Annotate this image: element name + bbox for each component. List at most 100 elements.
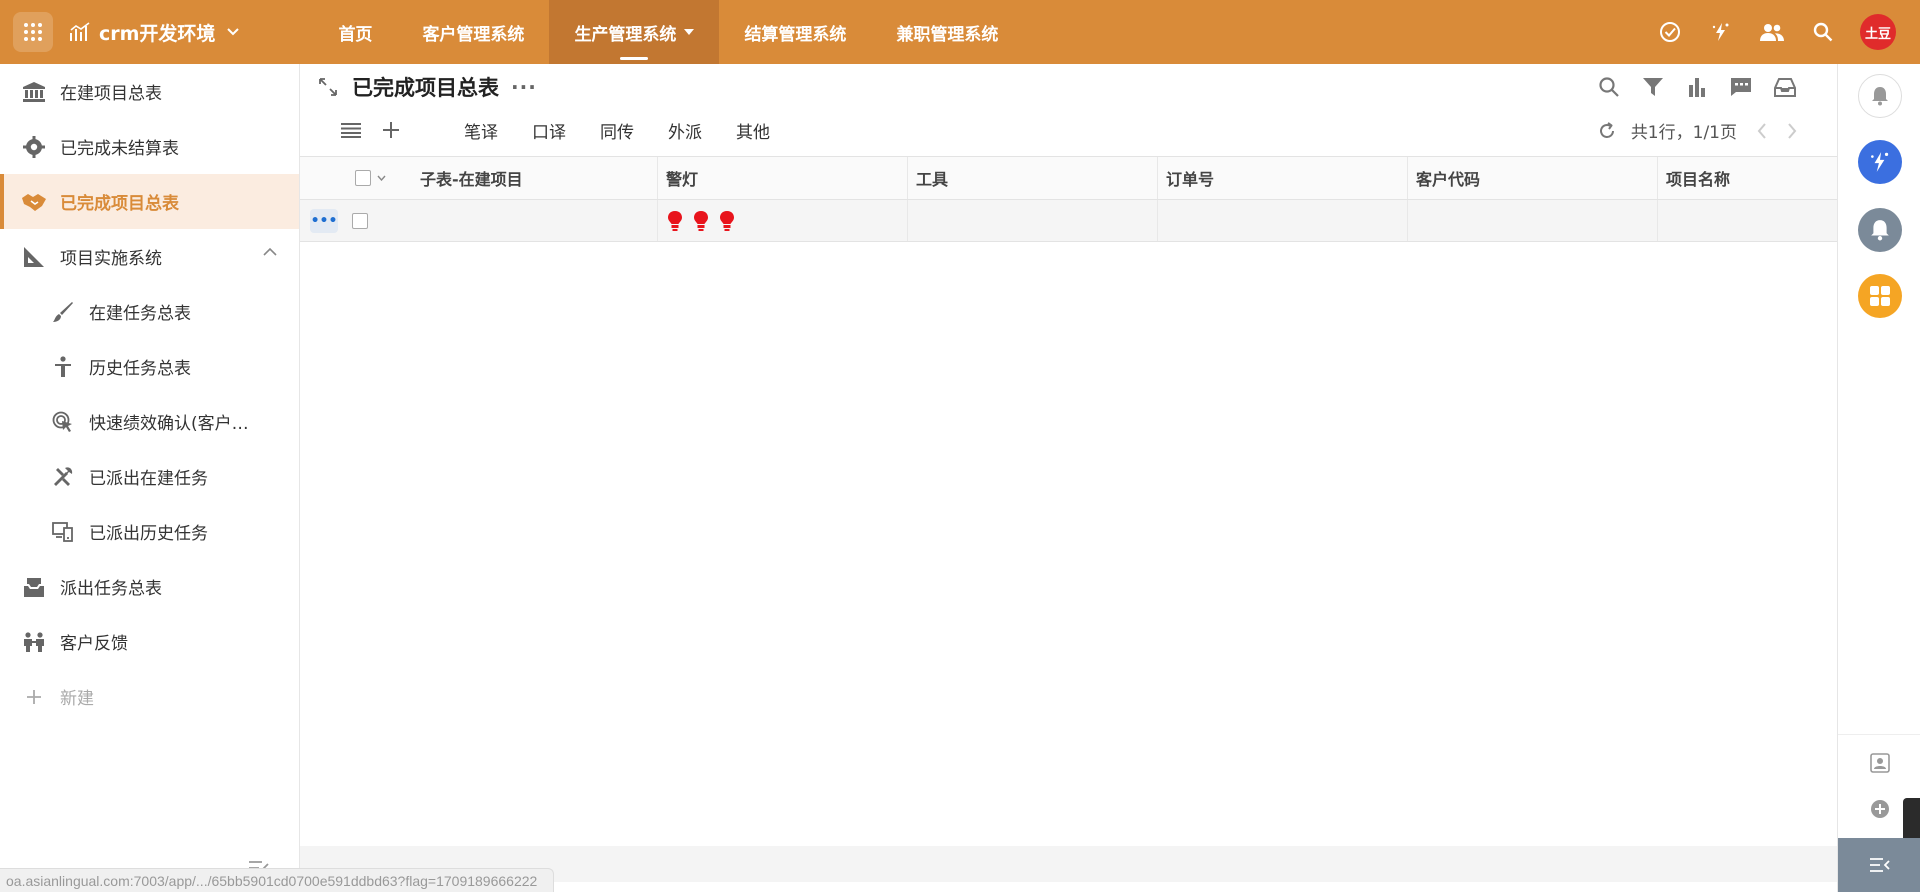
sidebar-item-label: 派出任务总表 (60, 579, 162, 599)
contacts-button[interactable] (1759, 19, 1785, 45)
page-title: 已完成项目总表 (352, 76, 499, 100)
next-page-icon[interactable] (1787, 122, 1797, 139)
cell-sub-table[interactable] (412, 200, 658, 241)
grid-tiles-icon (1870, 286, 1890, 306)
tab-dispatch[interactable]: 外派 (668, 118, 702, 143)
cell-tool[interactable] (908, 200, 1158, 241)
cell-project-name[interactable] (1658, 200, 1837, 241)
column-header[interactable]: 子表-在建项目 (412, 157, 658, 199)
sidebar-item-completed-unsettled[interactable]: 已完成未结算表 (0, 119, 299, 174)
tab-written-translation[interactable]: 笔译 (464, 118, 498, 143)
bank-icon (22, 80, 46, 104)
nav-home[interactable]: 首页 (313, 0, 397, 64)
contact-card-button[interactable] (1869, 752, 1891, 774)
search-icon (1599, 77, 1619, 97)
people-icon (22, 630, 46, 654)
tab-other[interactable]: 其他 (736, 118, 770, 143)
sidebar-item-tasks-in-progress[interactable]: 在建任务总表 (0, 284, 299, 339)
column-header[interactable]: 客户代码 (1408, 157, 1658, 199)
nav-customer-management-label: 客户管理系统 (422, 24, 525, 45)
row-checkbox[interactable] (352, 212, 368, 229)
sidebar-item-label: 快速绩效确认(客户… (89, 414, 249, 434)
nav-settlement-management[interactable]: 结算管理系统 (719, 0, 871, 64)
nav-production-management-label: 生产管理系统 (574, 24, 677, 45)
collapse-rail-button[interactable] (1838, 838, 1920, 892)
expand-icon[interactable] (318, 77, 338, 97)
page-more-button[interactable]: ··· (511, 75, 537, 99)
sidebar-item-label: 在建任务总表 (89, 304, 191, 324)
tab-interpretation[interactable]: 口译 (532, 118, 566, 143)
bar-chart-icon (1689, 78, 1705, 97)
prev-page-icon[interactable] (1757, 122, 1767, 139)
right-rail (1837, 64, 1920, 892)
search-icon (1813, 22, 1833, 42)
refresh-icon[interactable] (1597, 121, 1617, 141)
cell-warning-lights[interactable] (658, 200, 908, 241)
chevron-down-icon[interactable] (377, 175, 386, 181)
nav-customer-management[interactable]: 客户管理系统 (397, 0, 549, 64)
sidebar: 在建项目总表 已完成未结算表 已完成项目总表 项目实施系统 在建任务总表 历史任… (0, 64, 300, 892)
user-avatar[interactable]: 土豆 (1860, 14, 1896, 50)
main-content: 已完成项目总表 ··· 笔译 口译 同传 外派 其他 共1行，1/1页 子表-在… (300, 64, 1837, 892)
rail-divider (1838, 734, 1920, 735)
view-list-button[interactable] (340, 119, 362, 141)
sidebar-item-dispatched-tasks[interactable]: 派出任务总表 (0, 559, 299, 614)
task-check-button[interactable] (1657, 19, 1683, 45)
view-toolbar: 笔译 口译 同传 外派 其他 共1行，1/1页 (300, 110, 1837, 150)
cell-order-no[interactable] (1158, 200, 1408, 241)
nav-parttime-management[interactable]: 兼职管理系统 (871, 0, 1023, 64)
select-all-checkbox[interactable] (355, 170, 371, 186)
comment-button[interactable] (1729, 75, 1753, 99)
filter-icon (1643, 78, 1663, 96)
inbox-button[interactable] (1773, 75, 1797, 99)
check-circle-icon (1660, 22, 1680, 42)
app-switcher[interactable]: crm开发环境 (69, 19, 240, 46)
inbox-icon (1774, 78, 1796, 97)
status-url: oa.asianlingual.com:7003/app/.../65bb590… (0, 868, 555, 892)
ai-assistant-button[interactable] (1858, 140, 1902, 184)
global-search-button[interactable] (1810, 19, 1836, 45)
chevron-up-icon[interactable] (263, 247, 277, 256)
apps-grid-icon (24, 23, 42, 41)
chevron-down-icon (227, 28, 240, 36)
sidebar-item-completed-projects[interactable]: 已完成项目总表 (0, 174, 299, 229)
bell-icon (1871, 220, 1889, 241)
sidebar-item-dispatched-in-progress[interactable]: 已派出在建任务 (0, 449, 299, 504)
row-actions-button[interactable]: ••• (310, 208, 338, 233)
nav-home-label: 首页 (338, 24, 373, 45)
sidebar-item-label: 新建 (60, 689, 94, 709)
sidebar-item-task-history[interactable]: 历史任务总表 (0, 339, 299, 394)
column-header[interactable]: 订单号 (1158, 157, 1408, 199)
column-header[interactable]: 项目名称 (1658, 157, 1837, 199)
cell-customer-code[interactable] (1408, 200, 1658, 241)
tools-icon (51, 465, 75, 489)
column-header[interactable]: 工具 (908, 157, 1158, 199)
add-view-button[interactable] (380, 119, 402, 141)
tab-simultaneous[interactable]: 同传 (600, 118, 634, 143)
column-header[interactable]: 警灯 (658, 157, 908, 199)
notification-button[interactable] (1858, 74, 1902, 118)
add-comment-button[interactable] (1869, 798, 1891, 820)
sidebar-item-projects-in-progress[interactable]: 在建项目总表 (0, 64, 299, 119)
sidebar-item-quick-performance-confirm[interactable]: 快速绩效确认(客户… (0, 394, 299, 449)
sidebar-item-dispatched-history[interactable]: 已派出历史任务 (0, 504, 299, 559)
select-all-cell (300, 157, 412, 199)
ai-magic-button[interactable] (1708, 19, 1734, 45)
table-search-button[interactable] (1597, 75, 1621, 99)
sidebar-new-button[interactable]: 新建 (0, 669, 299, 724)
add-circle-icon (1871, 800, 1889, 818)
apps-button[interactable] (1858, 274, 1902, 318)
filter-button[interactable] (1641, 75, 1665, 99)
avatar-text: 土豆 (1864, 26, 1891, 42)
sidebar-group-project-implementation[interactable]: 项目实施系统 (0, 229, 299, 284)
sidebar-item-customer-feedback[interactable]: 客户反馈 (0, 614, 299, 669)
table-row[interactable]: ••• (300, 200, 1837, 242)
list-menu-icon (341, 123, 361, 138)
sidebar-item-label: 已派出在建任务 (89, 469, 208, 489)
person-icon (51, 355, 75, 379)
reminder-button[interactable] (1858, 208, 1902, 252)
magic-bolt-icon (1871, 152, 1889, 172)
chart-button[interactable] (1685, 75, 1709, 99)
apps-grid-button[interactable] (13, 12, 53, 52)
nav-production-management[interactable]: 生产管理系统 (549, 0, 720, 64)
